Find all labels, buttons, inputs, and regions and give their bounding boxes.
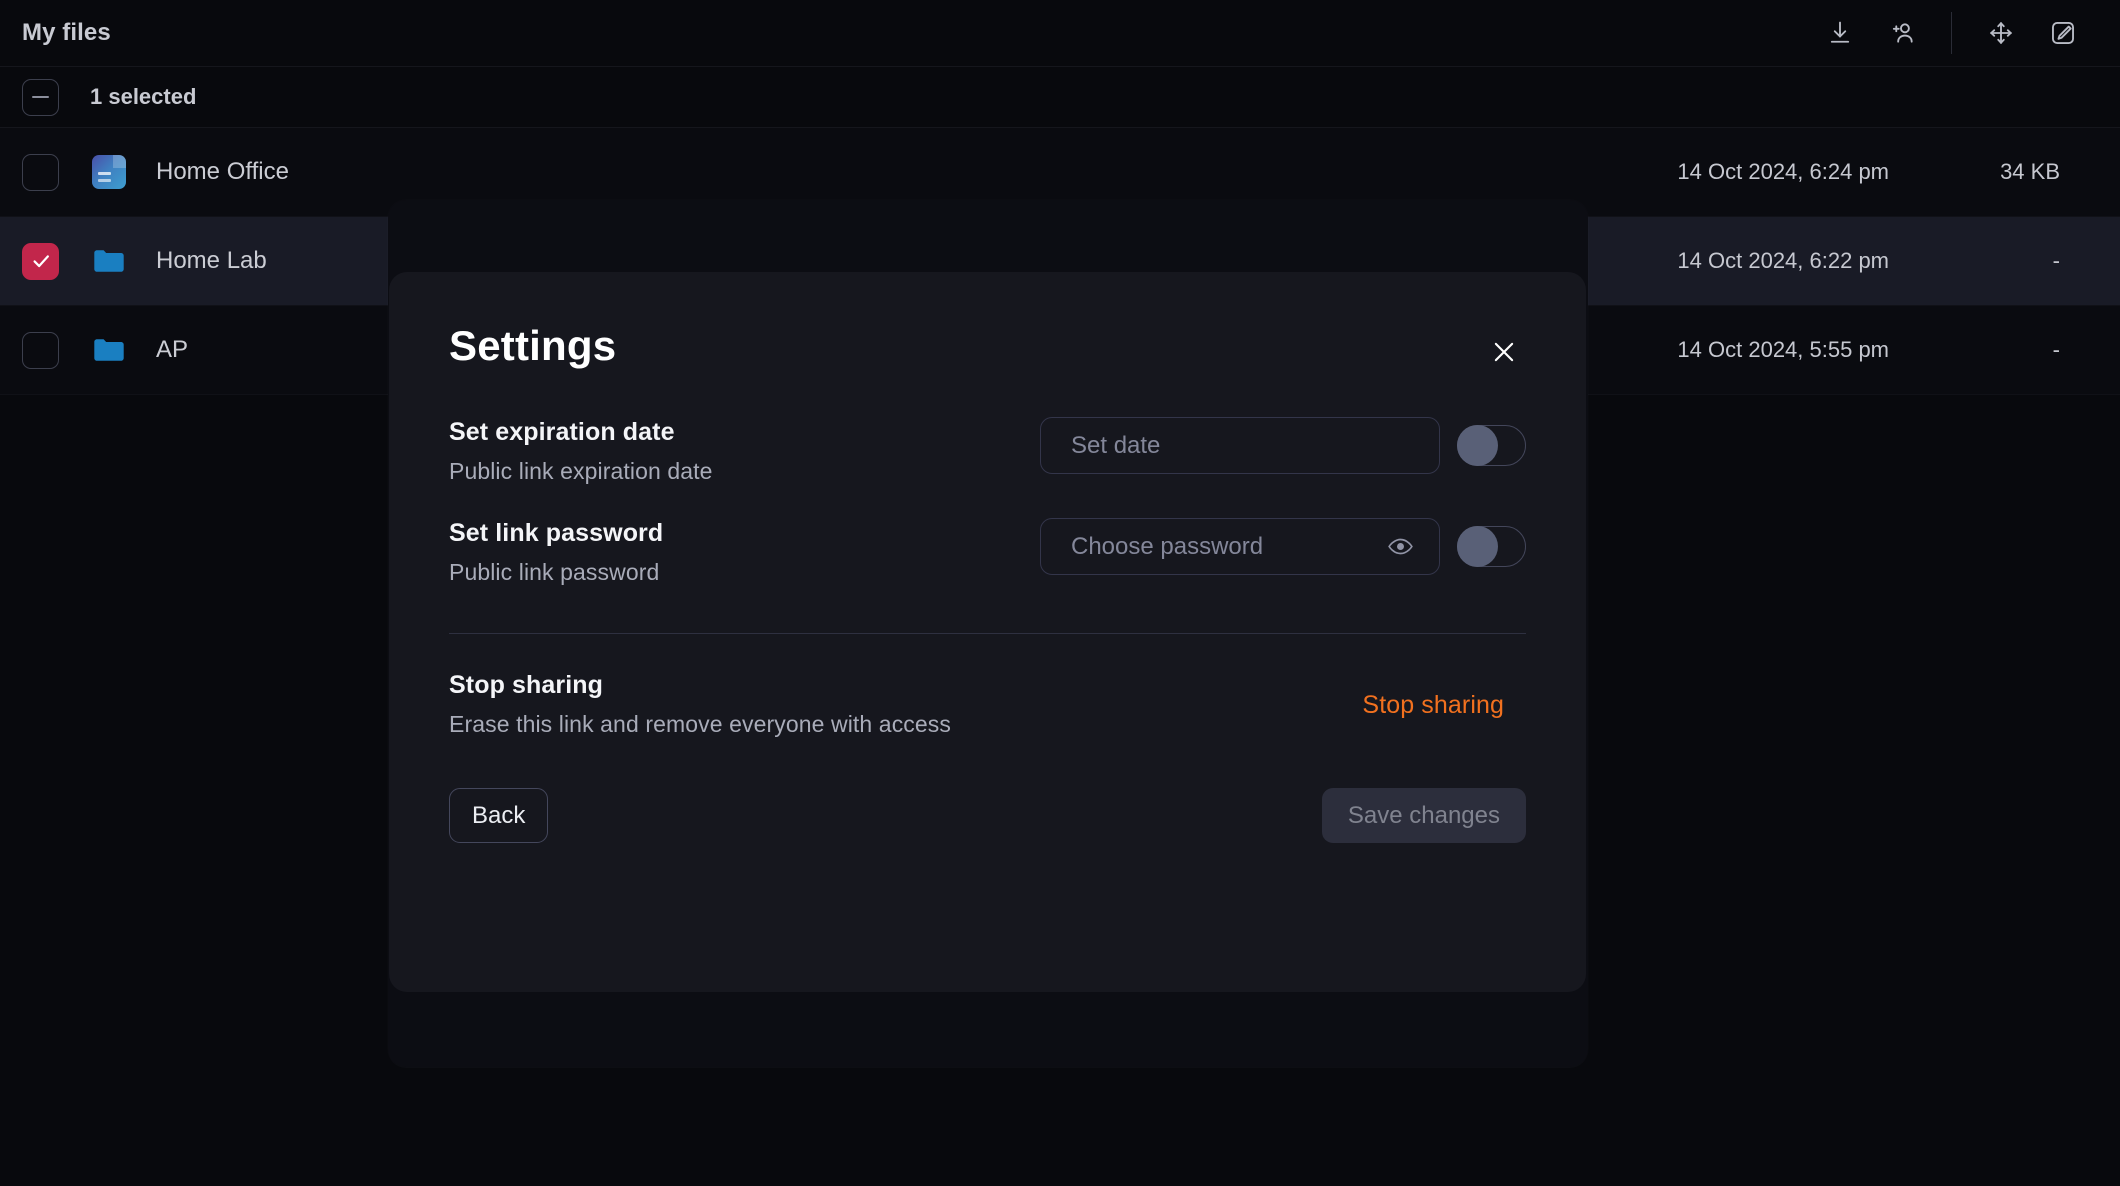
file-date: 14 Oct 2024, 6:24 pm	[1677, 159, 1889, 184]
select-all-checkbox[interactable]	[22, 78, 59, 116]
add-person-icon[interactable]	[1871, 7, 1933, 59]
modal-divider	[449, 633, 1526, 634]
file-name: AP	[156, 336, 189, 363]
expiration-toggle[interactable]	[1457, 425, 1526, 466]
row-checkbox[interactable]	[22, 242, 59, 280]
stop-sharing-row: Stop sharing Erase this link and remove …	[449, 669, 1526, 738]
file-size: 34 KB	[2000, 159, 2060, 184]
save-changes-button[interactable]: Save changes	[1321, 788, 1526, 843]
close-icon[interactable]	[1482, 330, 1526, 374]
selected-count-label: 1 selected	[90, 84, 197, 109]
expiration-date-input[interactable]: Set date	[1040, 417, 1440, 474]
expiration-date-placeholder: Set date	[1071, 431, 1161, 459]
file-name: Home Office	[156, 158, 289, 185]
modal-title: Settings	[449, 322, 617, 369]
expiration-labels: Set expiration date Public link expirati…	[449, 416, 713, 485]
password-toggle-knob	[1457, 526, 1498, 567]
top-toolbar: My files	[0, 0, 2120, 67]
password-input[interactable]: Choose password	[1040, 518, 1440, 575]
expiration-sublabel: Public link expiration date	[449, 458, 713, 484]
rename-icon[interactable]	[2032, 7, 2094, 59]
back-button[interactable]: Back	[449, 788, 549, 843]
toolbar-divider	[1951, 12, 1952, 54]
download-icon[interactable]	[1809, 7, 1871, 59]
modal-header: Settings	[449, 322, 1526, 374]
stop-sharing-labels: Stop sharing Erase this link and remove …	[449, 669, 951, 738]
eye-icon[interactable]	[1383, 530, 1417, 564]
modal-footer: Back Save changes	[449, 788, 1526, 843]
password-sublabel: Public link password	[449, 559, 660, 585]
toolbar-actions	[1809, 7, 2094, 59]
settings-modal: Settings Set expiration date Public link…	[389, 272, 1586, 992]
password-labels: Set link password Public link password	[449, 517, 663, 586]
file-size: -	[2052, 248, 2060, 273]
password-placeholder: Choose password	[1071, 532, 1264, 560]
stop-sharing-button[interactable]: Stop sharing	[1362, 669, 1526, 720]
row-checkbox[interactable]	[22, 331, 59, 369]
file-name: Home Lab	[156, 247, 267, 274]
folder-icon	[90, 331, 128, 369]
stop-sharing-sublabel: Erase this link and remove everyone with…	[449, 711, 951, 737]
file-date: 14 Oct 2024, 6:22 pm	[1677, 248, 1889, 273]
selection-header: 1 selected	[0, 67, 2120, 128]
password-setting-row: Set link password Public link password C…	[449, 517, 1526, 586]
password-controls: Choose password	[1040, 517, 1526, 575]
expiration-controls: Set date	[1040, 416, 1526, 474]
folder-icon	[90, 242, 128, 280]
password-toggle[interactable]	[1457, 526, 1526, 567]
document-thumbnail-icon	[90, 153, 128, 191]
password-label: Set link password	[449, 519, 664, 547]
expiration-label: Set expiration date	[449, 418, 675, 446]
file-manager-app: My files 1 selected Home Office 14 Oct 2…	[0, 0, 2120, 1186]
expiration-toggle-knob	[1457, 425, 1498, 466]
expiration-setting-row: Set expiration date Public link expirati…	[449, 416, 1526, 485]
move-icon[interactable]	[1970, 7, 2032, 59]
file-date: 14 Oct 2024, 5:55 pm	[1677, 337, 1889, 362]
row-checkbox[interactable]	[22, 153, 59, 191]
page-title: My files	[22, 19, 111, 46]
file-size: -	[2052, 337, 2060, 362]
stop-sharing-label: Stop sharing	[449, 671, 603, 699]
